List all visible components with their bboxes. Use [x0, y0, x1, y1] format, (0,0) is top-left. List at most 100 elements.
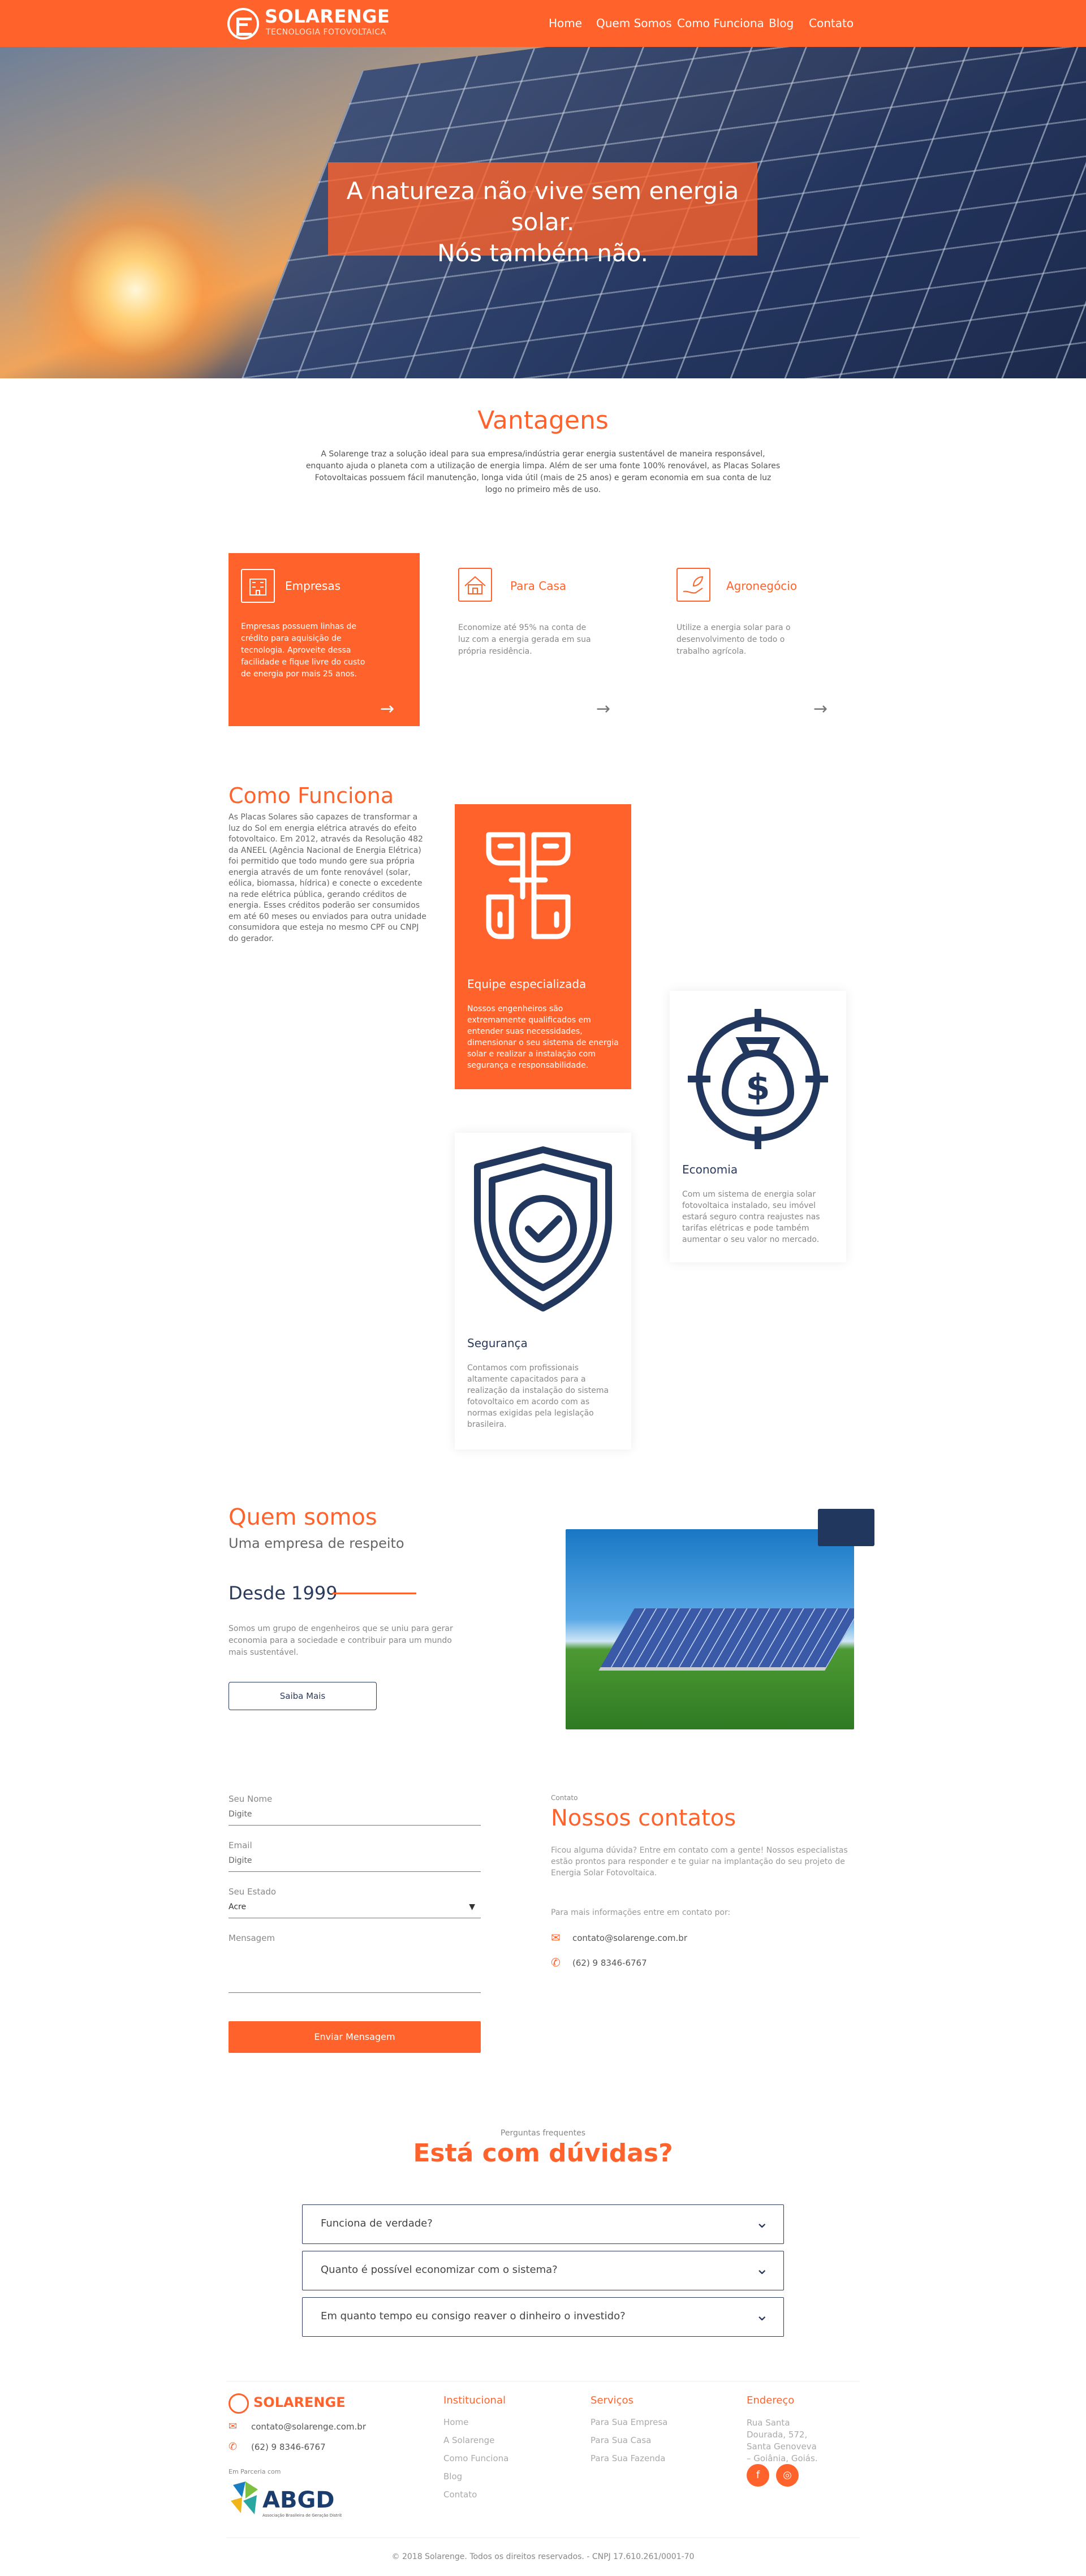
vantagens-text: A Solarenge traz a solução ideal para su…: [305, 450, 781, 494]
feature-title: Economia: [682, 1163, 738, 1176]
phone-icon: ✆: [551, 1956, 561, 1969]
faq-question: Em quanto tempo eu consigo reaver o dinh…: [321, 2310, 626, 2322]
state-label: Seu Estado: [229, 1887, 277, 1897]
message-label: Mensagem: [229, 1933, 275, 1943]
contact-title: Nossos contatos: [551, 1805, 736, 1831]
footer-phone[interactable]: (62) 9 8346-6767: [251, 2442, 326, 2452]
footer-link[interactable]: Para Sua Fazenda: [591, 2453, 665, 2463]
faq-kicker: Perguntas frequentes: [500, 2129, 586, 2138]
message-field[interactable]: [229, 1949, 481, 1993]
card-title: Para Casa: [510, 579, 567, 593]
svg-text:$: $: [745, 1067, 770, 1108]
como-funciona-title: Como Funciona: [229, 783, 394, 808]
money-bag-target-icon: $: [688, 1009, 828, 1149]
faq-item[interactable]: Em quanto tempo eu consigo reaver o dinh…: [302, 2297, 784, 2337]
saiba-mais-button[interactable]: Saiba Mais: [229, 1682, 377, 1710]
brand-name[interactable]: SOLARENGE: [265, 6, 390, 27]
state-value: Acre: [229, 1902, 247, 1911]
feature-seguranca: Segurança Contamos com profissionais alt…: [455, 1133, 631, 1449]
card-title: Empresas: [285, 579, 341, 593]
contact-phone[interactable]: (62) 9 8346-6767: [572, 1958, 647, 1968]
name-field[interactable]: Digite: [229, 1810, 481, 1826]
caret-down-icon: ▼: [469, 1902, 475, 1911]
divider-line: [333, 1593, 416, 1594]
footer-link[interactable]: Para Sua Casa: [591, 2435, 651, 2445]
state-select[interactable]: Acre ▼: [229, 1902, 481, 1918]
footer-address: Rua Santa Dourada, 572, Santa Genoveva –…: [747, 2418, 818, 2463]
card-text: Empresas possuem linhas de crédito para …: [241, 622, 365, 679]
footer-brand[interactable]: SOLARENGE: [253, 2394, 346, 2410]
faq-title: Está com dúvidas?: [413, 2139, 673, 2168]
footer-servicos-title: Serviços: [591, 2394, 634, 2406]
arrow-right-icon[interactable]: →: [380, 699, 394, 719]
hero-line-1: A natureza não vive sem energia solar.: [346, 177, 739, 236]
footer-endereco-title: Endereço: [747, 2394, 795, 2406]
card-title: Agronegócio: [726, 579, 798, 593]
footer-link[interactable]: A Solarenge: [443, 2435, 494, 2445]
contact-email[interactable]: contato@solarenge.com.br: [572, 1933, 687, 1943]
send-message-button[interactable]: Enviar Mensagem: [229, 2021, 481, 2053]
mail-icon: ✉: [229, 2420, 238, 2432]
nav-blog[interactable]: Blog: [769, 16, 794, 30]
hero-headline: A natureza não vive sem energia solar. N…: [328, 175, 757, 269]
footer-link[interactable]: Blog: [443, 2471, 462, 2482]
shield-check-icon: [474, 1146, 612, 1311]
footer-link[interactable]: Contato: [443, 2489, 477, 2500]
house-icon: [458, 568, 492, 602]
partner-kicker: Em Parceria com: [229, 2468, 281, 2475]
feature-text: Com um sistema de energia solar fotovolt…: [682, 1190, 820, 1244]
footer-link[interactable]: Como Funciona: [443, 2453, 508, 2463]
mail-icon: ✉: [551, 1931, 561, 1944]
instagram-icon[interactable]: ◎: [776, 2464, 799, 2487]
name-label: Seu Nome: [229, 1794, 273, 1804]
faq-item[interactable]: Quanto é possível economizar com o siste…: [302, 2251, 784, 2290]
facebook-icon[interactable]: f: [747, 2464, 769, 2487]
chevron-down-icon: ⌄: [755, 2259, 769, 2278]
building-icon: [241, 569, 275, 603]
como-funciona-text: As Placas Solares são capazes de transfo…: [229, 813, 426, 943]
card-empresas[interactable]: Empresas Empresas possuem linhas de créd…: [229, 553, 420, 726]
contact-more: Para mais informações entre em contato p…: [551, 1908, 731, 1917]
brand-tagline: TECNOLOGIA FOTOVOLTAICA: [266, 28, 386, 37]
hand-leaf-icon: [676, 568, 710, 602]
quem-somos-subtitle: Uma empresa de respeito: [229, 1535, 404, 1551]
feature-text: Contamos com profissionais altamente cap…: [467, 1363, 609, 1429]
feature-equipe: Equipe especializada Nossos engenheiros …: [455, 804, 631, 1089]
nav-como-funciona[interactable]: Como Funciona: [677, 16, 764, 30]
feature-text: Nossos engenheiros são extremamente qual…: [467, 1004, 619, 1070]
email-field[interactable]: Digite: [229, 1856, 481, 1872]
email-label: Email: [229, 1840, 252, 1850]
card-para-casa[interactable]: Para Casa Economize até 95% na conta de …: [447, 553, 638, 726]
solar-farm-image: [566, 1529, 854, 1729]
chevron-down-icon: ⌄: [755, 2306, 769, 2324]
copyright: © 2018 Solarenge. Todos os direitos rese…: [391, 2552, 695, 2561]
footer-institucional-title: Institucional: [443, 2394, 506, 2406]
contact-text: Ficou alguma dúvida? Entre em contato co…: [551, 1846, 848, 1878]
footer-link[interactable]: Para Sua Empresa: [591, 2417, 667, 2427]
feature-title: Segurança: [467, 1336, 528, 1350]
chevron-down-icon: ⌄: [755, 2213, 769, 2232]
faq-question: Funciona de verdade?: [321, 2217, 433, 2229]
quem-somos-text: Somos um grupo de engenheiros que se uni…: [229, 1624, 453, 1657]
since-year: Desde 1999: [229, 1582, 338, 1604]
footer-link[interactable]: Home: [443, 2417, 468, 2427]
nav-quem-somos[interactable]: Quem Somos: [596, 16, 672, 30]
footer-email[interactable]: contato@solarenge.com.br: [251, 2422, 366, 2432]
decor-square: [818, 1509, 874, 1546]
card-text: Utilize a energia solar para o desenvolv…: [676, 623, 791, 656]
vantagens-title: Vantagens: [477, 406, 609, 435]
feature-economia: $ Economia Com um sistema de energia sol…: [670, 991, 846, 1262]
card-text: Economize até 95% na conta de luz com a …: [458, 623, 591, 656]
faq-item[interactable]: Funciona de verdade? ⌄: [302, 2204, 784, 2244]
footer-logo-icon: [229, 2393, 249, 2414]
contact-kicker: Contato: [551, 1794, 578, 1802]
card-agronegocio[interactable]: Agronegócio Utilize a energia solar para…: [665, 553, 856, 726]
logo-icon[interactable]: [227, 8, 259, 40]
abgd-logo[interactable]: ABGD Associação Brasileira de Geração Di…: [229, 2478, 351, 2526]
nav-contato[interactable]: Contato: [809, 16, 854, 30]
partner-name: ABGD: [262, 2487, 334, 2513]
phone-icon: ✆: [229, 2441, 238, 2453]
arrow-right-icon[interactable]: →: [813, 699, 828, 719]
nav-home[interactable]: Home: [549, 16, 582, 30]
arrow-right-icon[interactable]: →: [596, 699, 610, 719]
